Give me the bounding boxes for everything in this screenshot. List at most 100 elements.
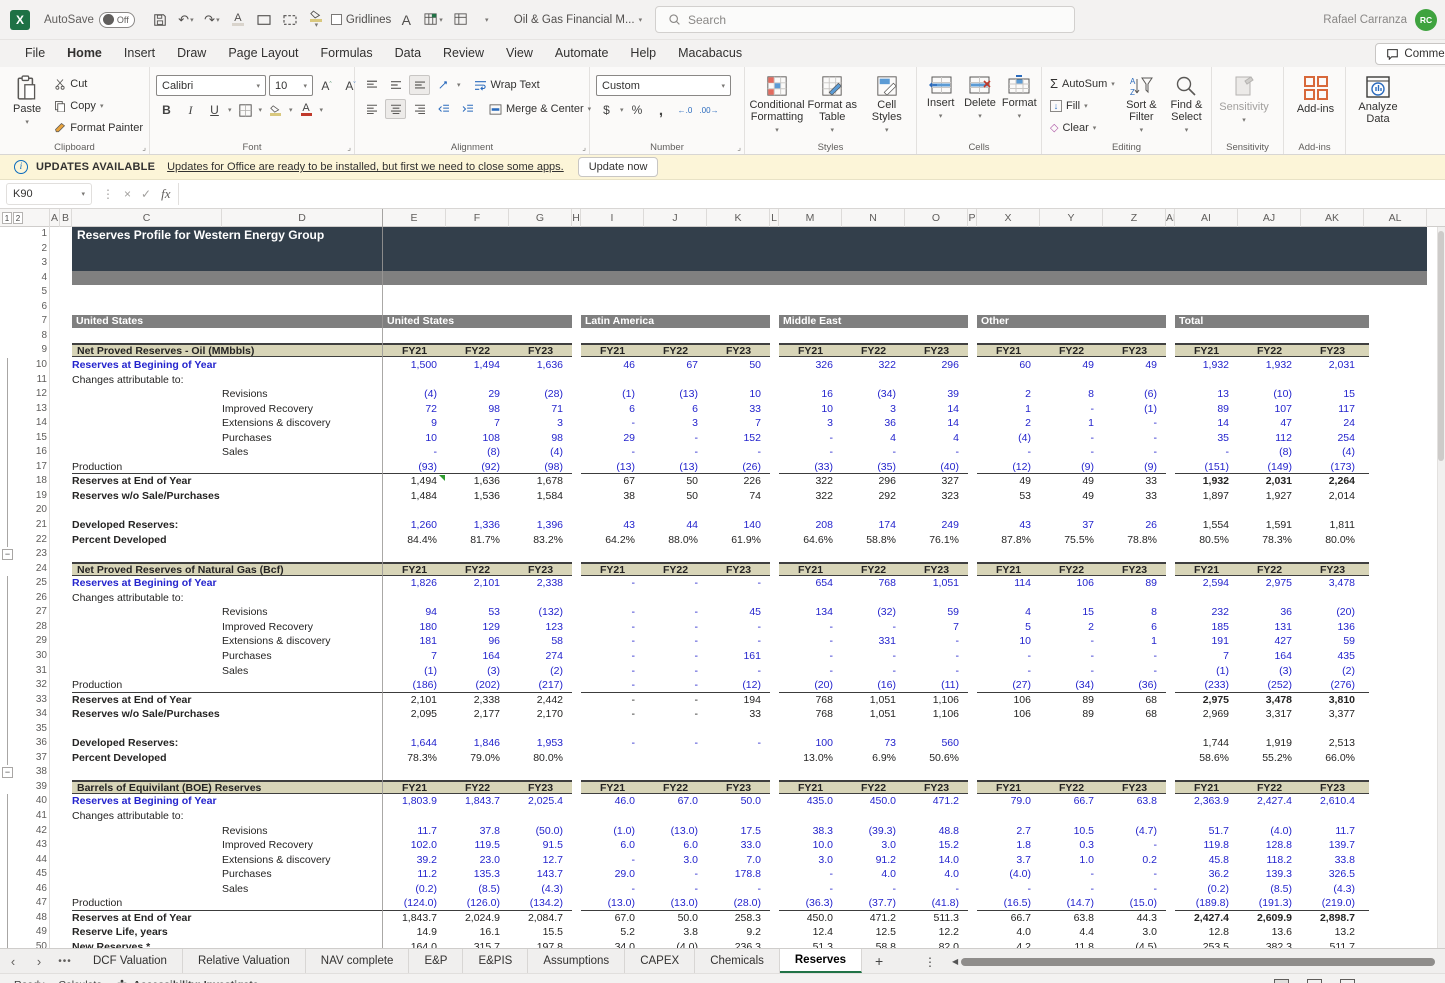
notification-link[interactable]: Updates for Office are ready to be insta…	[167, 161, 564, 173]
cell[interactable]: 2,594	[1175, 576, 1238, 591]
cell[interactable]: 2,338	[509, 576, 572, 591]
row-label[interactable]: Extensions & discovery	[222, 416, 383, 431]
cell[interactable]: 58.8%	[842, 533, 905, 548]
row-header-35[interactable]: 35	[13, 722, 47, 737]
cell[interactable]: 136	[1301, 620, 1364, 635]
cell[interactable]: -	[842, 664, 905, 679]
region-band-middle-east[interactable]: Middle East	[779, 315, 968, 328]
currency-menu-button[interactable]: ▾	[620, 106, 624, 114]
cell[interactable]: -	[707, 445, 770, 460]
row-header-4[interactable]: 4	[13, 271, 47, 286]
cell[interactable]: -	[644, 867, 707, 882]
row-header-11[interactable]: 11	[13, 373, 47, 388]
cell[interactable]: 1,584	[509, 489, 572, 504]
save-button[interactable]	[149, 8, 171, 32]
format-painter-button[interactable]: Format Painter	[52, 118, 145, 137]
cell[interactable]: 13.2	[1301, 925, 1364, 940]
cell[interactable]: 6.9%	[842, 751, 905, 766]
cell[interactable]: 2,442	[509, 693, 572, 708]
cell[interactable]: 49	[1040, 474, 1103, 489]
cell[interactable]: 59	[1301, 634, 1364, 649]
row-label[interactable]: Reserves w/o Sale/Purchases	[72, 489, 383, 504]
percent-format-button[interactable]: %	[627, 100, 648, 120]
cell[interactable]: 511.3	[905, 911, 968, 926]
cell[interactable]: 49	[977, 474, 1040, 489]
cell[interactable]: 53	[977, 489, 1040, 504]
cell[interactable]: 106	[1040, 576, 1103, 591]
row-label[interactable]: Reserves at Begining of Year	[72, 576, 383, 591]
cell[interactable]: 1.0	[1040, 853, 1103, 868]
cell[interactable]: 3.0	[1103, 925, 1166, 940]
cell[interactable]: (13.0)	[644, 824, 707, 839]
cell[interactable]: 14.9	[383, 925, 446, 940]
menu-tab-review[interactable]: Review	[432, 40, 495, 67]
column-header-P[interactable]: P	[968, 209, 977, 227]
cell[interactable]: 322	[779, 474, 842, 489]
cell[interactable]: (1.0)	[581, 824, 644, 839]
row-header-25[interactable]: 25	[13, 576, 47, 591]
cell[interactable]: 1,897	[1175, 489, 1238, 504]
row-label[interactable]: Sales	[222, 445, 383, 460]
cell[interactable]: 435.0	[779, 794, 842, 809]
row-header-24[interactable]: 24	[13, 562, 47, 577]
cell[interactable]: 67	[644, 358, 707, 373]
delete-cells-button[interactable]: Delete▾	[962, 71, 997, 137]
row-label[interactable]: New Reserves *	[72, 940, 383, 948]
cell[interactable]: 258.3	[707, 911, 770, 926]
cell[interactable]: 315.7	[446, 940, 509, 948]
cell[interactable]: 35	[1175, 431, 1238, 446]
cell[interactable]: 53	[446, 605, 509, 620]
format-as-table-button[interactable]: Format as Table▾	[807, 71, 858, 137]
cell[interactable]: 1,953	[509, 736, 572, 751]
cell[interactable]: 11.7	[383, 824, 446, 839]
cell[interactable]: 118.2	[1238, 853, 1301, 868]
row-label[interactable]: Reserves at Begining of Year	[72, 358, 383, 373]
cell[interactable]: -	[581, 664, 644, 679]
column-header-X[interactable]: X	[977, 209, 1040, 227]
cell[interactable]: -	[1040, 649, 1103, 664]
cell[interactable]: 382.3	[1238, 940, 1301, 948]
cell[interactable]: (6)	[1103, 387, 1166, 402]
cell[interactable]: -	[779, 882, 842, 897]
cell[interactable]: 33	[1103, 489, 1166, 504]
cell[interactable]: 326	[779, 358, 842, 373]
borders-menu-button[interactable]: ▾	[259, 106, 263, 114]
scrollbar-thumb[interactable]	[961, 958, 1435, 966]
menu-tab-view[interactable]: View	[495, 40, 544, 67]
cell[interactable]: -	[905, 649, 968, 664]
row-header-39[interactable]: 39	[13, 780, 47, 795]
cell[interactable]: 6	[644, 402, 707, 417]
cell[interactable]: -	[581, 620, 644, 635]
column-header-A[interactable]: A	[50, 209, 60, 227]
cell[interactable]: 178.8	[707, 867, 770, 882]
sort-filter-button[interactable]: AZ Sort & Filter▾	[1121, 71, 1162, 137]
row-header-43[interactable]: 43	[13, 838, 47, 853]
cell[interactable]: 1,051	[842, 707, 905, 722]
sheet-nav-prev-button[interactable]: ‹	[0, 949, 26, 973]
cell[interactable]: 60	[977, 358, 1040, 373]
cell[interactable]: -	[905, 882, 968, 897]
cell[interactable]: 3.0	[644, 853, 707, 868]
row-label[interactable]: Purchases	[222, 431, 383, 446]
cell[interactable]: 14	[905, 402, 968, 417]
row-header-10[interactable]: 10	[13, 358, 47, 373]
confirm-entry-icon[interactable]: ✓	[141, 187, 151, 201]
cell[interactable]: 36	[1238, 605, 1301, 620]
cell[interactable]: 46	[581, 358, 644, 373]
row-header-19[interactable]: 19	[13, 489, 47, 504]
cell[interactable]: 13.6	[1238, 925, 1301, 940]
cell[interactable]: 2,610.4	[1301, 794, 1364, 809]
cell[interactable]: 79.0	[977, 794, 1040, 809]
cell[interactable]: 5.2	[581, 925, 644, 940]
cell[interactable]: -	[1040, 867, 1103, 882]
bold-button[interactable]: B	[156, 100, 177, 120]
row-header-13[interactable]: 13	[13, 402, 47, 417]
menu-tab-draw[interactable]: Draw	[166, 40, 217, 67]
row-header-29[interactable]: 29	[13, 634, 47, 649]
sensitivity-button[interactable]: Sensitivity▾	[1218, 71, 1270, 137]
cell[interactable]: 64.2%	[581, 533, 644, 548]
cell[interactable]: 2,427.4	[1238, 794, 1301, 809]
row-header-5[interactable]: 5	[13, 285, 47, 300]
cell[interactable]: -	[779, 431, 842, 446]
cell[interactable]: 4.2	[977, 940, 1040, 948]
